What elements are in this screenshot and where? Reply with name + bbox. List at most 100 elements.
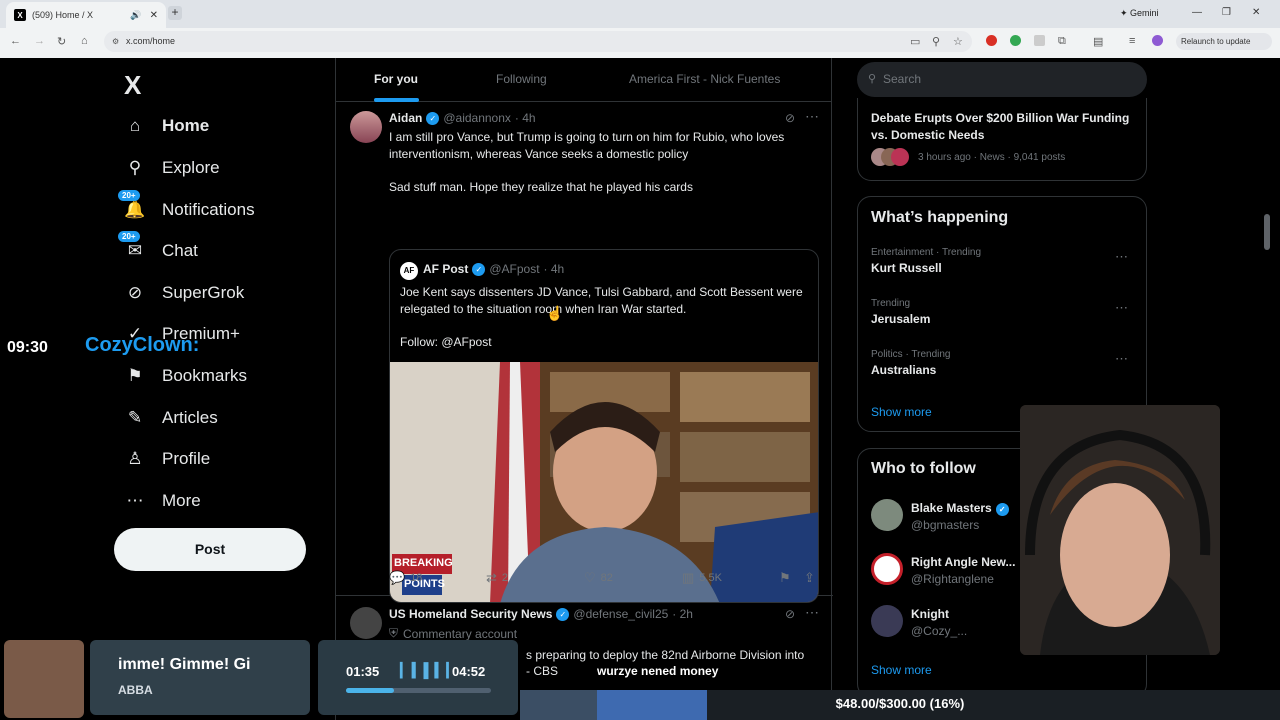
tweet-time[interactable]: · 2h bbox=[672, 607, 693, 621]
progress-fill bbox=[346, 688, 394, 693]
reply-icon: 💬 bbox=[389, 570, 406, 585]
more-options-icon[interactable]: ⋯ bbox=[1115, 300, 1128, 316]
trend-item[interactable]: Politics · Trending Australians ⋯ bbox=[871, 349, 1136, 377]
more-options-icon[interactable]: ⋯ bbox=[1115, 351, 1128, 367]
stream-caption: wurzye nened money bbox=[597, 664, 719, 678]
sidebar-item-bookmarks[interactable]: ⚑ Bookmarks bbox=[124, 366, 247, 386]
feed-tabs: For you Following America First - Nick F… bbox=[336, 58, 831, 102]
extension-icon[interactable] bbox=[1034, 35, 1045, 46]
reply-button[interactable]: 💬 18 bbox=[389, 570, 422, 586]
home-browser-icon[interactable]: ⌂ bbox=[81, 35, 88, 47]
bookmark-icon: ⚑ bbox=[779, 570, 791, 585]
minimize-icon[interactable]: — bbox=[1192, 7, 1202, 18]
avatar[interactable] bbox=[350, 111, 382, 143]
extension-icon[interactable] bbox=[986, 35, 997, 46]
scrollbar[interactable] bbox=[1262, 58, 1272, 720]
song-title: imme! Gimme! Gi bbox=[118, 656, 251, 673]
top-trend-card[interactable]: Debate Erupts Over $200 Billion War Fund… bbox=[857, 98, 1147, 181]
trend-item[interactable]: Trending Jerusalem ⋯ bbox=[871, 298, 1136, 326]
tab-for-you[interactable]: For you bbox=[374, 72, 418, 86]
author-handle[interactable]: @defense_civil25 bbox=[573, 607, 668, 621]
speaker-icon[interactable]: 🔊 bbox=[130, 10, 141, 21]
sidepanel-icon[interactable]: ▤ bbox=[1093, 35, 1103, 48]
grok-icon[interactable]: ⊘ bbox=[785, 607, 795, 621]
sidebar-item-more[interactable]: ⋯ More bbox=[124, 491, 201, 511]
donation-goal-bar: $48.00/$300.00 (16%) bbox=[520, 690, 1280, 720]
section-title: Who to follow bbox=[871, 460, 976, 477]
star-icon[interactable]: ☆ bbox=[953, 35, 963, 48]
sidebar-item-profile[interactable]: ♙ Profile bbox=[124, 449, 210, 469]
avatar[interactable] bbox=[871, 499, 903, 531]
quote-author-name[interactable]: AF Post bbox=[423, 262, 468, 276]
nav-row: ← → ↻ ⌂ ⚙ x.com/home ▭ ⚲ ☆ ⧉ ▤ ≡ Relaunc… bbox=[0, 29, 1280, 54]
back-icon[interactable]: ← bbox=[10, 35, 21, 47]
reload-icon[interactable]: ↻ bbox=[57, 35, 66, 48]
like-button[interactable]: ♡ 82 bbox=[584, 570, 613, 586]
bookmark-button[interactable]: ⚑ bbox=[779, 570, 796, 586]
sidebar-item-supergrok[interactable]: ⊘ SuperGrok bbox=[124, 283, 244, 303]
quote-image[interactable]: BREAKING POINTS bbox=[390, 362, 818, 602]
close-tab-icon[interactable]: ✕ bbox=[150, 10, 158, 21]
more-options-icon[interactable]: ⋯ bbox=[805, 108, 819, 125]
show-more-link[interactable]: Show more bbox=[871, 663, 932, 677]
gemini-button[interactable]: ✦ Gemini bbox=[1120, 8, 1159, 19]
author-name[interactable]: Aidan bbox=[389, 111, 422, 125]
zoom-icon[interactable]: ⚲ bbox=[932, 35, 940, 48]
post-button[interactable]: Post bbox=[114, 528, 306, 571]
tab-following[interactable]: Following bbox=[496, 72, 547, 86]
like-count: 82 bbox=[600, 572, 613, 584]
commentary-text: Commentary account bbox=[403, 626, 518, 641]
trend-category: Politics · Trending bbox=[871, 349, 951, 360]
avatar[interactable] bbox=[871, 553, 903, 585]
quoted-tweet[interactable]: AF AF Post ✓ @AFpost · 4h Joe Kent says … bbox=[389, 249, 819, 603]
site-info-icon[interactable]: ⚙ bbox=[112, 31, 119, 52]
media-icon[interactable]: ≡ bbox=[1129, 35, 1135, 47]
sidebar-item-chat[interactable]: ✉ 20+ Chat bbox=[118, 231, 198, 261]
search-input[interactable]: ⚲ Search bbox=[857, 62, 1147, 97]
quote-author-handle[interactable]: @AFpost bbox=[489, 262, 539, 276]
cast-icon[interactable]: ▭ bbox=[910, 35, 920, 48]
tweet-text: I am still pro Vance, but Trump is going… bbox=[389, 130, 785, 161]
views-button[interactable]: ▥ 5.5K bbox=[682, 570, 722, 586]
tweet-time[interactable]: · 4h bbox=[515, 111, 536, 125]
sidebar-item-premium[interactable]: ✓ Premium+ bbox=[124, 324, 240, 344]
new-tab-button[interactable]: + bbox=[168, 6, 182, 20]
extensions-puzzle-icon[interactable]: ⧉ bbox=[1058, 35, 1066, 48]
close-window-icon[interactable]: ✕ bbox=[1252, 7, 1260, 18]
show-more-link[interactable]: Show more bbox=[871, 405, 932, 419]
sidebar-item-notifications[interactable]: 🔔 20+ Notifications bbox=[118, 190, 255, 220]
video-still bbox=[390, 362, 818, 602]
restore-icon[interactable]: ❐ bbox=[1222, 7, 1231, 18]
sidebar-item-explore[interactable]: ⚲ Explore bbox=[124, 158, 220, 178]
author-name[interactable]: US Homeland Security News bbox=[389, 607, 552, 621]
sidebar-item-articles[interactable]: ✎ Articles bbox=[124, 408, 218, 428]
relaunch-button[interactable]: Relaunch to update bbox=[1176, 33, 1272, 50]
playback-widget: 01:35 ▎▍▌▍▎ 04:52 bbox=[318, 640, 518, 715]
x-logo-icon[interactable]: X bbox=[124, 70, 141, 101]
tab-america-first[interactable]: America First - Nick Fuentes bbox=[629, 72, 780, 86]
grok-icon[interactable]: ⊘ bbox=[785, 111, 795, 125]
extension-icon[interactable] bbox=[1010, 35, 1021, 46]
profile-avatar[interactable] bbox=[1152, 35, 1163, 46]
address-bar[interactable]: ⚙ x.com/home bbox=[104, 31, 972, 52]
grok-icon: ⊘ bbox=[127, 283, 143, 302]
trend-item[interactable]: Entertainment · Trending Kurt Russell ⋯ bbox=[871, 247, 1136, 275]
tweet[interactable]: Aidan ✓ @aidannonx · 4h ⊘ ⋯ I am still p… bbox=[336, 103, 833, 603]
x-favicon-icon: X bbox=[14, 9, 26, 21]
duration-time: 04:52 bbox=[452, 664, 486, 679]
trend-name: Jerusalem bbox=[871, 312, 931, 326]
repost-button[interactable]: ⇄ 2 bbox=[486, 570, 508, 586]
avatar[interactable] bbox=[871, 605, 903, 637]
more-options-icon[interactable]: ⋯ bbox=[1115, 249, 1128, 265]
relaunch-label: Relaunch to update bbox=[1181, 37, 1251, 46]
avatar[interactable]: AF bbox=[400, 262, 418, 280]
sidebar-item-home[interactable]: ⌂ Home bbox=[124, 116, 209, 136]
browser-tab[interactable]: X (509) Home / X 🔊 ✕ bbox=[6, 2, 166, 28]
avatar[interactable] bbox=[350, 607, 382, 639]
author-handle[interactable]: @aidannonx bbox=[443, 111, 511, 125]
section-title: What’s happening bbox=[871, 209, 1009, 226]
more-options-icon[interactable]: ⋯ bbox=[805, 604, 819, 621]
forward-icon[interactable]: → bbox=[34, 35, 45, 47]
scrollbar-thumb[interactable] bbox=[1264, 214, 1270, 250]
share-button[interactable]: ⇪ bbox=[804, 570, 820, 586]
